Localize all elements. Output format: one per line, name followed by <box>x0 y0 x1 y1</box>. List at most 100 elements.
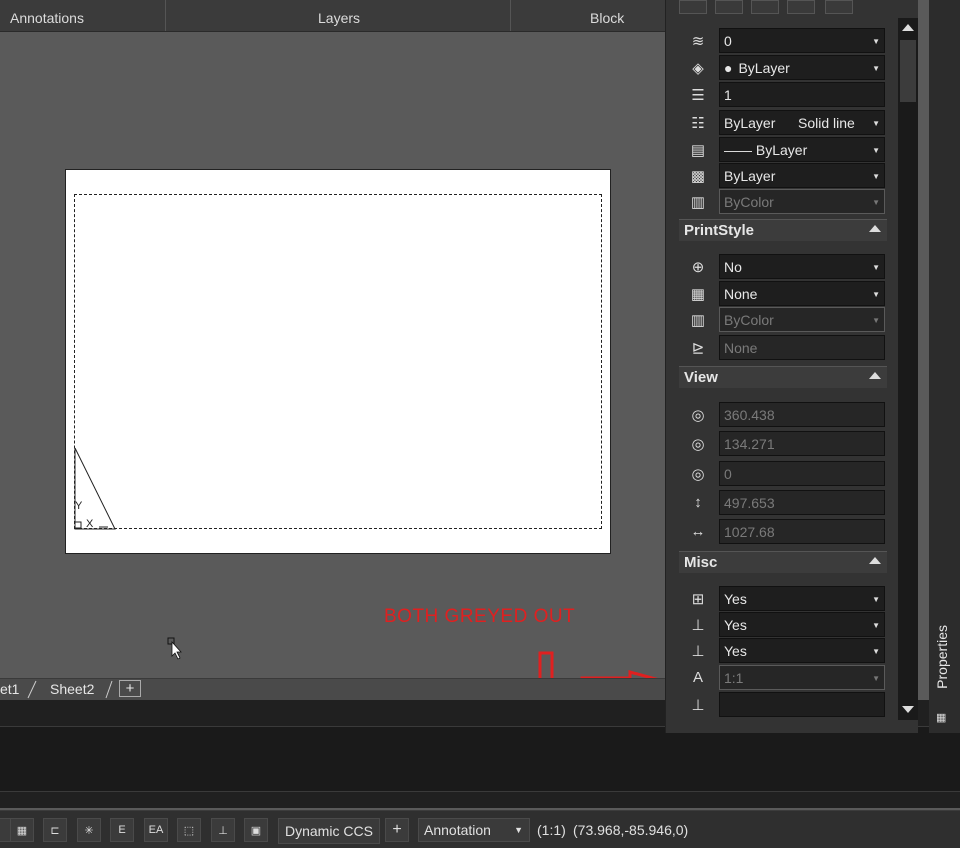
collapse-arrow-icon <box>869 557 881 564</box>
lineweight-display-icon: ⊵ <box>691 339 705 357</box>
tab-sheet2[interactable]: Sheet2 <box>50 679 94 699</box>
ribbon-layers-label[interactable]: Layers <box>318 0 468 31</box>
annotation-scale-value: 1:1 <box>724 669 744 686</box>
section-view[interactable]: View <box>679 366 887 388</box>
property-row-width: ↔ 1027.68 <box>679 518 887 545</box>
linetype-field[interactable]: ByLayer Solid line ▼ <box>719 110 885 135</box>
property-row-lineweight: ▤ —— ByLayer ▼ <box>679 136 887 163</box>
center-z-value: 0 <box>724 465 732 482</box>
center-y-icon: ◎ <box>691 435 705 453</box>
plot-table-field[interactable]: None ▼ <box>719 281 885 306</box>
property-row-transparency: ▩ ByLayer ▼ <box>679 162 887 189</box>
transparency-field[interactable]: ByLayer ▼ <box>719 163 885 188</box>
plot-value: No <box>724 258 742 275</box>
bycolor-field: ByColor ▼ <box>719 307 885 332</box>
linescale-field[interactable]: 1 <box>719 82 885 107</box>
annotation-scale-field: 1:1 ▼ <box>719 665 885 690</box>
selection-cycle-icon[interactable]: ⬚ <box>177 818 201 842</box>
scroll-up-icon[interactable] <box>902 24 914 31</box>
height-icon: ↕ <box>694 494 702 511</box>
section-printstyle[interactable]: PrintStyle <box>679 219 887 241</box>
ribbon-panel-bar: Annotations Layers Block <box>0 0 665 32</box>
property-row-layer: ≋ 0 ▼ <box>679 27 887 54</box>
properties-side-tab[interactable]: Properties ▦ <box>929 0 960 733</box>
grid-icon[interactable]: ▦ <box>10 818 34 842</box>
command-line[interactable] <box>0 726 960 792</box>
ucs-viewport-icon: ⊥ <box>691 642 705 660</box>
color-dot-icon: ● <box>724 59 733 76</box>
center-x-icon: ◎ <box>691 406 705 424</box>
pick-add-icon[interactable] <box>715 0 743 14</box>
ribbon-annotations-label[interactable]: Annotations <box>10 0 160 31</box>
scroll-down-icon[interactable] <box>902 706 914 713</box>
plotstyle-icon: ▥ <box>690 193 706 211</box>
plot-field[interactable]: No ▼ <box>719 254 885 279</box>
section-misc[interactable]: Misc <box>679 551 887 573</box>
tab-sheet1[interactable]: et1 <box>0 679 19 699</box>
color-bucket-icon: ◈ <box>692 59 704 77</box>
chevron-down-icon: ▼ <box>872 119 880 128</box>
ucs-origin-field[interactable]: Yes ▼ <box>719 612 885 637</box>
ucs-origin-icon: ⊥ <box>691 616 705 634</box>
chevron-down-icon: ▼ <box>872 172 880 181</box>
section-title: View <box>684 369 718 386</box>
add-button[interactable]: + <box>385 818 409 842</box>
toggle-pickadd-icon[interactable] <box>787 0 815 14</box>
chevron-down-icon: ▼ <box>872 647 880 656</box>
polar-icon[interactable]: ✳ <box>77 818 101 842</box>
ea-icon[interactable]: EA <box>144 818 168 842</box>
chevron-down-icon: ▼ <box>872 64 880 73</box>
transparency-value: ByLayer <box>724 167 776 184</box>
plot-table-value: None <box>724 285 758 302</box>
scroll-thumb[interactable] <box>900 40 916 102</box>
panel-scrollbar[interactable] <box>898 18 918 720</box>
section-title: Misc <box>684 554 718 571</box>
layers-icon: ≋ <box>691 32 705 50</box>
quick-properties-icon[interactable]: ▣ <box>244 818 268 842</box>
overlay-note: BOTH GREYED OUT <box>384 606 576 627</box>
chevron-down-icon: ▼ <box>872 37 880 46</box>
color-value: ByLayer <box>738 59 790 76</box>
ucs-icon <box>74 447 116 530</box>
property-row-linescale: ☰ 1 <box>679 81 887 108</box>
property-row-height: ↕ 497.653 <box>679 489 887 516</box>
select-objects-icon[interactable] <box>679 0 707 14</box>
bycolor-value: ByColor <box>724 311 774 328</box>
property-row-plot-table: ▦ None ▼ <box>679 280 887 307</box>
ucs-on-field[interactable]: Yes ▼ <box>719 586 885 611</box>
chevron-down-icon: ▼ <box>514 825 523 835</box>
plot-target-icon: ⊕ <box>691 258 705 276</box>
color-field[interactable]: ● ByLayer ▼ <box>719 55 885 80</box>
linescale-value: 1 <box>724 86 732 103</box>
property-row-center-y: ◎ 134.271 <box>679 430 887 457</box>
property-row-visual-style: ⊥ <box>679 691 887 718</box>
lineweight-field[interactable]: —— ByLayer ▼ <box>719 137 885 162</box>
ucs-per-viewport-field[interactable]: Yes ▼ <box>719 638 885 663</box>
mouse-cursor-icon <box>167 637 182 660</box>
dynamic-ccs-button[interactable]: Dynamic CCS <box>278 818 380 844</box>
properties-tab-label: Properties <box>934 625 950 689</box>
layer-field[interactable]: 0 ▼ <box>719 28 885 53</box>
annotation-scale-dropdown[interactable]: Annotation ▼ <box>418 818 530 842</box>
property-row-plotstyle: ▥ ByColor ▼ <box>679 188 887 215</box>
center-z-icon: ◎ <box>691 465 705 483</box>
property-row-none: ⊵ None <box>679 334 887 361</box>
center-y-field: 134.271 <box>719 431 885 456</box>
section-title: PrintStyle <box>684 222 755 239</box>
chevron-down-icon: ▼ <box>872 674 880 683</box>
chevron-down-icon: ▼ <box>872 263 880 272</box>
quick-select-icon[interactable] <box>751 0 779 14</box>
height-value: 497.653 <box>724 494 775 511</box>
visual-style-field[interactable] <box>719 692 885 717</box>
ortho-icon[interactable]: ⊏ <box>43 818 67 842</box>
chevron-down-icon: ▼ <box>872 595 880 604</box>
add-tab-button[interactable]: + <box>119 680 141 697</box>
property-row-center-x: ◎ 360.438 <box>679 401 887 428</box>
more-options-icon[interactable] <box>825 0 853 14</box>
center-x-value: 360.438 <box>724 406 775 423</box>
property-row-color: ◈ ● ByLayer ▼ <box>679 54 887 81</box>
osnap-icon[interactable]: E <box>110 818 134 842</box>
dynamic-input-icon[interactable]: ⊥ <box>211 818 235 842</box>
scale-readout: (1:1) <box>537 822 566 838</box>
ribbon-block-label[interactable]: Block <box>590 0 650 31</box>
